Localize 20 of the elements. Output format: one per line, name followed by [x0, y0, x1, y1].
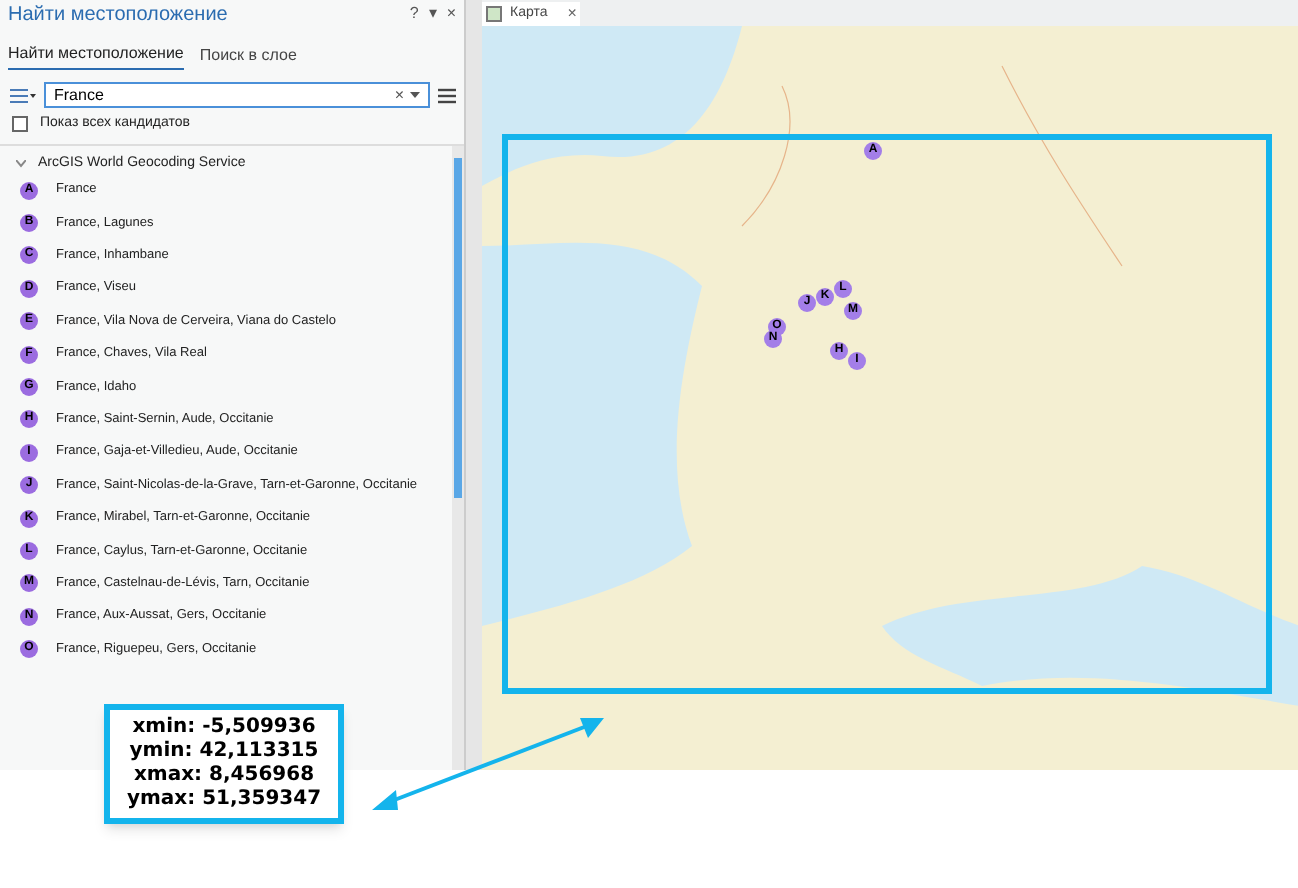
menu-button[interactable]: ▾ [428, 2, 437, 26]
caret-icon[interactable] [410, 92, 420, 98]
checkbox[interactable] [12, 116, 28, 133]
extent-value: ymin: 42,113315 [129, 740, 319, 764]
chevron-icon[interactable] [16, 159, 26, 168]
pane-title: Найти местоположение [8, 1, 228, 29]
scrollbar[interactable] [452, 145, 464, 770]
extent-value: ymax: 51,359347 [126, 788, 322, 812]
pane-tab[interactable]: Найти местоположение [8, 42, 184, 70]
pane-tab[interactable]: Поиск в слое [199, 42, 297, 70]
menu-icon[interactable] [438, 87, 456, 103]
close-button[interactable]: × [446, 2, 456, 26]
filter-icon[interactable] [8, 86, 36, 104]
help-button[interactable]: ? [409, 2, 419, 26]
search-field[interactable]: France × [44, 82, 430, 108]
close-button[interactable]: × [567, 6, 577, 22]
extent-value: xmax: 8,456968 [133, 764, 315, 788]
extent-value: xmin: -5,509936 [132, 716, 316, 740]
map-icon [486, 6, 502, 22]
clear-button[interactable]: × [394, 87, 404, 103]
